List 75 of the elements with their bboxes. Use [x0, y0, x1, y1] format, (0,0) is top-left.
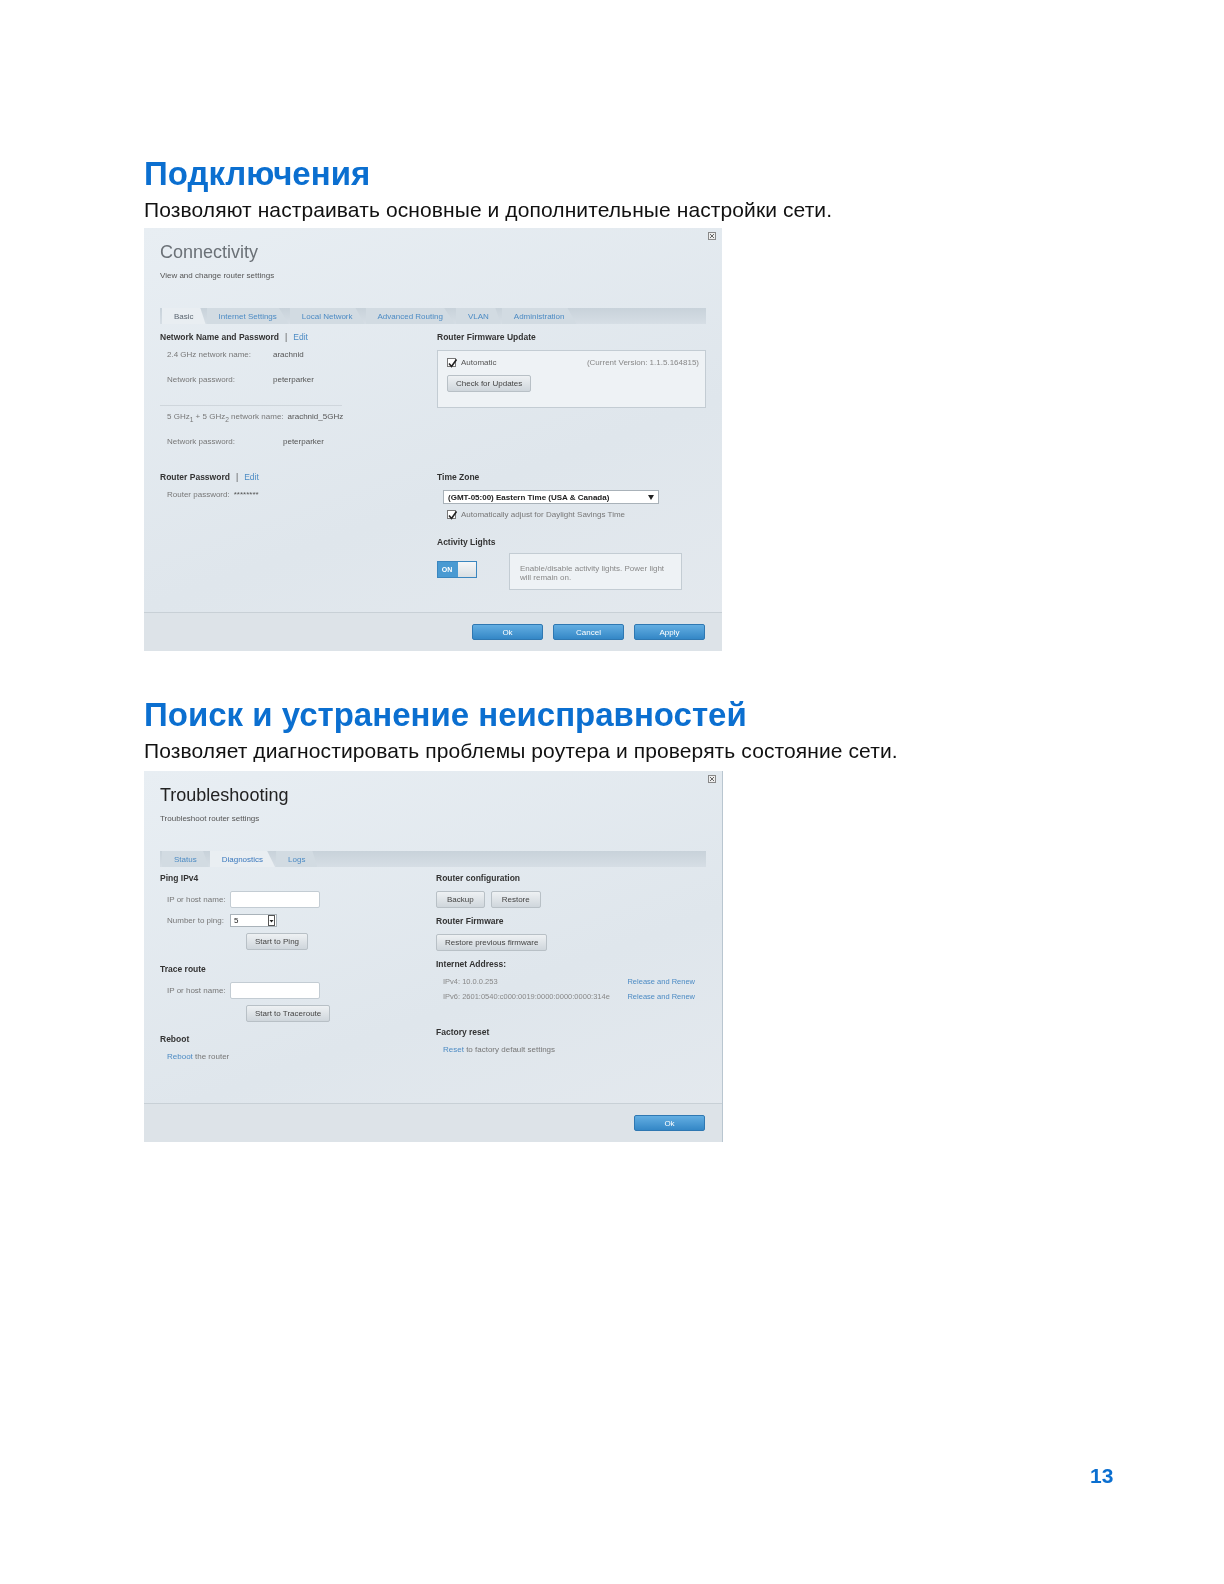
- section-title: Подключения: [144, 154, 372, 194]
- version-text: (Current Version: 1.1.5.164815): [586, 358, 699, 367]
- window-subtitle: Troubleshoot router settings: [160, 814, 261, 823]
- config-button[interactable]: Backup: [436, 891, 485, 908]
- number-dropdown[interactable]: 5: [230, 914, 277, 927]
- section-heading: Time Zone: [437, 472, 480, 482]
- tab[interactable]: Basic: [162, 308, 206, 324]
- page-number: 13: [1090, 1464, 1114, 1488]
- separator: |: [235, 472, 239, 482]
- field-label: Network password:: [167, 375, 237, 384]
- info-note: Enable/disable activity lights. Power light will remain on.: [509, 553, 682, 590]
- footer-button[interactable]: Ok: [634, 1115, 705, 1131]
- tab[interactable]: Advanced Routing: [365, 308, 455, 324]
- check-updates-button[interactable]: Check for Updates: [447, 375, 532, 392]
- host-field[interactable]: [230, 891, 320, 908]
- footer-button[interactable]: Cancel: [553, 624, 624, 640]
- host-field[interactable]: [230, 982, 320, 999]
- section-heading: Reboot: [160, 1034, 190, 1044]
- close-icon: [708, 232, 716, 240]
- caret-icon: [268, 915, 275, 926]
- tab[interactable]: Status: [162, 851, 209, 867]
- tab[interactable]: Internet Settings: [206, 308, 289, 324]
- intro-text: Позволяют настраивать основные и дополнительные настройки сети.: [144, 198, 834, 222]
- field-label: Number to ping:: [167, 916, 225, 925]
- tab[interactable]: Diagnostics: [209, 851, 276, 867]
- field-label: 5 GHz$_{1}$ + 5 GHz$_{2}$ network name:: [167, 412, 284, 423]
- tab[interactable]: VLAN: [455, 308, 501, 324]
- edit-link[interactable]: Edit: [293, 332, 308, 342]
- intro-text: Позволяет диагностировать проблемы роутера и проверять состояние сети.: [144, 739, 899, 763]
- field-label: IP or host name:: [167, 986, 227, 995]
- section-heading: Activity Lights: [437, 537, 496, 547]
- description-text: Reboot the router: [167, 1052, 231, 1061]
- tab[interactable]: Local Network: [289, 308, 365, 324]
- caret-icon: [648, 494, 654, 500]
- section-heading: Router Firmware Update: [437, 332, 536, 342]
- section-heading: Factory reset: [436, 1027, 490, 1037]
- tab[interactable]: Logs: [276, 851, 318, 867]
- section-title: Поиск и устранение неисправностей: [144, 695, 748, 735]
- section-heading: Router Firmware: [436, 916, 504, 926]
- checkbox-label: Automatic: [461, 358, 497, 367]
- footer-button[interactable]: Apply: [634, 624, 705, 640]
- time-zone-dropdown[interactable]: (GMT-05:00) Eastern Time (USA & Canada): [443, 490, 659, 504]
- field-label: Router password:: [167, 490, 230, 499]
- field-value: arachnid_5GHz: [287, 412, 344, 421]
- separator: |: [285, 332, 288, 342]
- section-heading: Internet Address:: [436, 959, 507, 969]
- field-label: Network password:: [167, 437, 237, 446]
- checkbox-label: Automatically adjust for Daylight Savings Time: [461, 510, 626, 519]
- footer-button[interactable]: Ok: [472, 624, 543, 640]
- section-heading: Ping IPv4: [160, 873, 199, 883]
- text-link[interactable]: Reboot: [167, 1052, 193, 1061]
- field-value: peterparker: [273, 375, 314, 384]
- field-label: 2.4 GHz network name:: [167, 350, 253, 359]
- close-icon: [708, 775, 716, 783]
- window-subtitle: View and change router settings: [160, 271, 276, 280]
- description-text: Reset to factory default settings: [443, 1045, 557, 1054]
- ping-button[interactable]: Start to Ping: [246, 933, 309, 950]
- window-title: Troubleshooting: [160, 785, 290, 806]
- section-heading: Trace route: [160, 964, 206, 974]
- restore-firmware-button[interactable]: Restore previous firmware: [436, 934, 548, 951]
- section-heading: Router configuration: [436, 873, 521, 883]
- field-value: peterparker: [283, 437, 324, 446]
- field-value: ********: [233, 490, 259, 499]
- text-link[interactable]: Reset: [443, 1045, 464, 1054]
- section-heading: Network Name and Password: [160, 332, 280, 342]
- field-value: arachnid: [273, 350, 304, 359]
- window-title: Connectivity: [160, 242, 260, 263]
- checkbox[interactable]: [447, 358, 456, 367]
- field-label: IP or host name:: [167, 895, 227, 904]
- traceroute-button[interactable]: Start to Traceroute: [246, 1005, 331, 1022]
- edit-link[interactable]: Edit: [244, 472, 259, 482]
- config-button[interactable]: Restore: [490, 891, 541, 908]
- tab[interactable]: Administration: [501, 308, 577, 324]
- checkbox[interactable]: [447, 510, 456, 519]
- section-heading: Router Password: [160, 472, 230, 482]
